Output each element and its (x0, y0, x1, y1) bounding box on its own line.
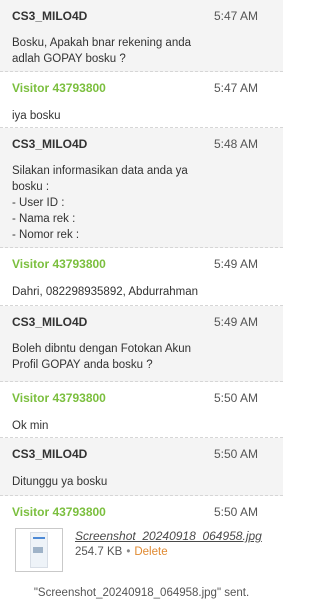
sender-name: Visitor 43793800 (12, 257, 106, 271)
sender-name: CS3_MILO4D (12, 137, 88, 151)
message-visitor: Visitor 43793800 5:49 AM Dahri, 08229893… (0, 248, 283, 306)
attachment-thumbnail[interactable] (15, 528, 63, 572)
file-attachment: Screenshot_20240918_064958.jpg 254.7 KB •… (12, 522, 271, 572)
message-time: 5:49 AM (213, 315, 258, 329)
message-text: Ditunggu ya bosku (12, 476, 108, 488)
message-text: Dahri, 082298935892, Abdurrahman (12, 286, 199, 298)
sender-name: Visitor 43793800 (12, 391, 106, 405)
message-text: Bosku, Apakah bnar rekening anda adlah G… (12, 37, 192, 65)
delete-attachment-link[interactable]: Delete (134, 546, 167, 558)
message-text: Silakan informasikan data anda ya bosku … (12, 165, 188, 241)
sender-name: Visitor 43793800 (12, 505, 106, 519)
message-text: Ok min (12, 420, 49, 432)
message-operator: CS3_MILO4D 5:50 AM Ditunggu ya bosku (0, 438, 283, 496)
message-visitor: Visitor 43793800 5:50 AM Ok min (0, 382, 283, 438)
message-text: Boleh dibntu dengan Fotokan Akun Profil … (12, 343, 192, 371)
image-preview-icon (30, 532, 48, 568)
message-time: 5:50 AM (213, 391, 258, 405)
sender-name: CS3_MILO4D (12, 447, 88, 461)
message-time: 5:50 AM (213, 447, 258, 461)
message-time: 5:48 AM (213, 137, 258, 151)
message-operator: CS3_MILO4D 5:47 AM Bosku, Apakah bnar re… (0, 0, 283, 72)
file-sent-note: "Screenshot_20240918_064958.jpg" sent. (33, 587, 250, 599)
sender-name: CS3_MILO4D (12, 9, 88, 23)
sender-name: CS3_MILO4D (12, 315, 88, 329)
separator-dot: • (126, 546, 131, 558)
message-time: 5:49 AM (213, 257, 258, 271)
message-visitor-attachment: Visitor 43793800 5:50 AM Screenshot_2024… (0, 496, 283, 604)
message-time: 5:47 AM (213, 81, 258, 95)
attachment-file-link[interactable]: Screenshot_20240918_064958.jpg (75, 528, 262, 544)
sender-name: Visitor 43793800 (12, 81, 106, 95)
message-time: 5:50 AM (213, 505, 258, 519)
message-text: iya bosku (12, 110, 61, 122)
message-visitor: Visitor 43793800 5:47 AM iya bosku (0, 72, 283, 128)
chat-transcript: CS3_MILO4D 5:47 AM Bosku, Apakah bnar re… (0, 0, 283, 604)
attachment-size: 254.7 KB (75, 546, 123, 558)
message-time: 5:47 AM (213, 9, 258, 23)
message-operator: CS3_MILO4D 5:48 AM Silakan informasikan … (0, 128, 283, 248)
message-operator: CS3_MILO4D 5:49 AM Boleh dibntu dengan F… (0, 306, 283, 382)
